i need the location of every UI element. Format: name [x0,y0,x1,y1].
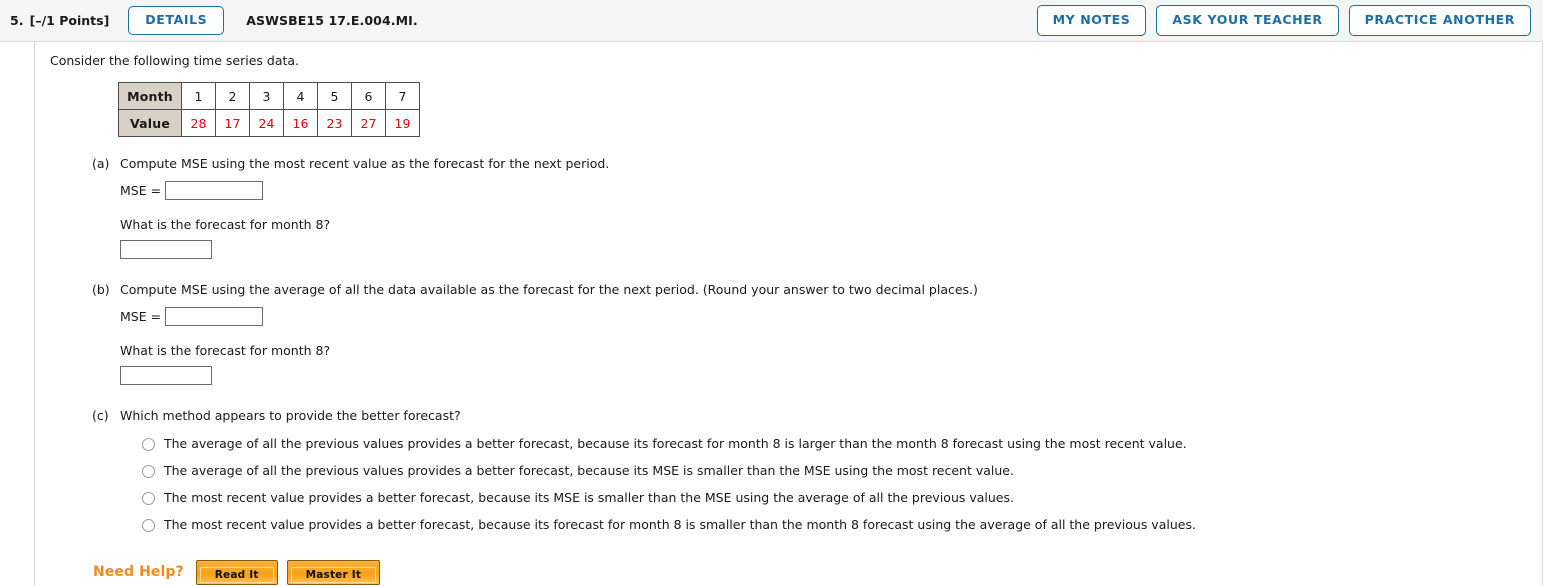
question-header-actions: MY NOTES ASK YOUR TEACHER PRACTICE ANOTH… [1036,5,1543,36]
part-a: (a) Compute MSE using the most recent va… [58,156,1542,259]
part-b-mse-input[interactable] [165,306,264,326]
question-body: Consider the following time series data.… [36,42,1542,586]
part-b-subquestion: What is the forecast for month 8? [120,342,331,358]
part-a-forecast-row [120,239,1542,259]
part-a-mse-input[interactable] [165,180,264,200]
intro-text: Consider the following time series data. [50,53,300,68]
question-code: ASWSBE15 17.E.004.MI. [246,13,418,28]
value-cell: 16 [283,109,318,137]
radio-button-icon[interactable] [142,464,155,478]
choice-option-2[interactable]: The average of all the previous values p… [120,463,1542,478]
left-gutter-rail [0,42,35,586]
right-gutter-rail [1542,42,1543,586]
read-it-label: Read It [199,566,274,583]
table-row-month: Month 1 2 3 4 5 6 7 [118,82,420,110]
part-c: (c) Which method appears to provide the … [58,408,1542,532]
part-b-forecast-input[interactable] [120,365,212,385]
part-c-label: (c) [92,407,109,423]
table-header-month: Month [118,82,182,110]
master-it-button[interactable]: Master It [286,559,381,585]
details-button[interactable]: DETAILS [128,6,225,35]
radio-button-icon[interactable] [142,518,155,532]
table-row-value: Value 28 17 24 16 23 27 19 [118,109,420,137]
part-a-mse-row: MSE = [120,180,1542,200]
month-cell: 7 [385,82,420,110]
value-cell: 23 [317,109,352,137]
question-header-bar: 5. [–/1 Points] DETAILS ASWSBE15 17.E.00… [0,0,1543,42]
choice-option-3[interactable]: The most recent value provides a better … [120,490,1542,505]
question-number: 5. [10,13,24,28]
value-cell: 27 [351,109,386,137]
part-b: (b) Compute MSE using the average of all… [58,282,1542,385]
part-c-body: Which method appears to provide the bett… [120,408,1542,532]
question-header-left: 5. [–/1 Points] DETAILS ASWSBE15 17.E.00… [0,6,418,35]
value-cell: 17 [215,109,250,137]
part-a-subquestion: What is the forecast for month 8? [120,216,331,232]
part-b-forecast-row [120,365,1542,385]
need-help-label: Need Help? [93,564,184,581]
part-a-body: Compute MSE using the most recent value … [120,156,1542,259]
value-cell: 28 [181,109,216,137]
table-header-value: Value [118,109,182,137]
part-c-question: Which method appears to provide the bett… [120,407,461,423]
radio-button-icon[interactable] [142,437,155,451]
part-a-mse-label: MSE = [120,182,162,198]
month-cell: 2 [215,82,250,110]
value-cell: 24 [249,109,284,137]
value-cell: 19 [385,109,420,137]
choice-option-1[interactable]: The average of all the previous values p… [120,436,1542,451]
part-b-label: (b) [92,281,110,297]
part-b-mse-label: MSE = [120,308,162,324]
part-a-forecast-input[interactable] [120,239,212,259]
my-notes-button[interactable]: MY NOTES [1036,5,1147,36]
part-b-body: Compute MSE using the average of all the… [120,282,1542,385]
practice-another-button[interactable]: PRACTICE ANOTHER [1348,5,1531,36]
part-c-choices: The average of all the previous values p… [120,436,1542,532]
month-cell: 6 [351,82,386,110]
month-cell: 3 [249,82,284,110]
question-points: [–/1 Points] [29,13,110,28]
choice-label: The most recent value provides a better … [164,489,1014,505]
need-help-section: Need Help? Read It Master It [93,559,1542,585]
time-series-table: Month 1 2 3 4 5 6 7 Value 28 17 24 16 23… [118,82,420,137]
master-it-label: Master It [290,566,377,583]
part-b-mse-row: MSE = [120,306,1542,326]
part-a-question: Compute MSE using the most recent value … [120,156,610,171]
month-cell: 1 [181,82,216,110]
part-a-label: (a) [92,156,110,171]
part-b-question: Compute MSE using the average of all the… [120,281,978,297]
ask-your-teacher-button[interactable]: ASK YOUR TEACHER [1156,5,1339,36]
choice-label: The average of all the previous values p… [164,462,1014,478]
read-it-button[interactable]: Read It [195,559,278,585]
month-cell: 5 [317,82,352,110]
radio-button-icon[interactable] [142,491,155,505]
month-cell: 4 [283,82,318,110]
choice-label: The most recent value provides a better … [164,516,1196,532]
choice-option-4[interactable]: The most recent value provides a better … [120,517,1542,532]
choice-label: The average of all the previous values p… [164,435,1187,451]
